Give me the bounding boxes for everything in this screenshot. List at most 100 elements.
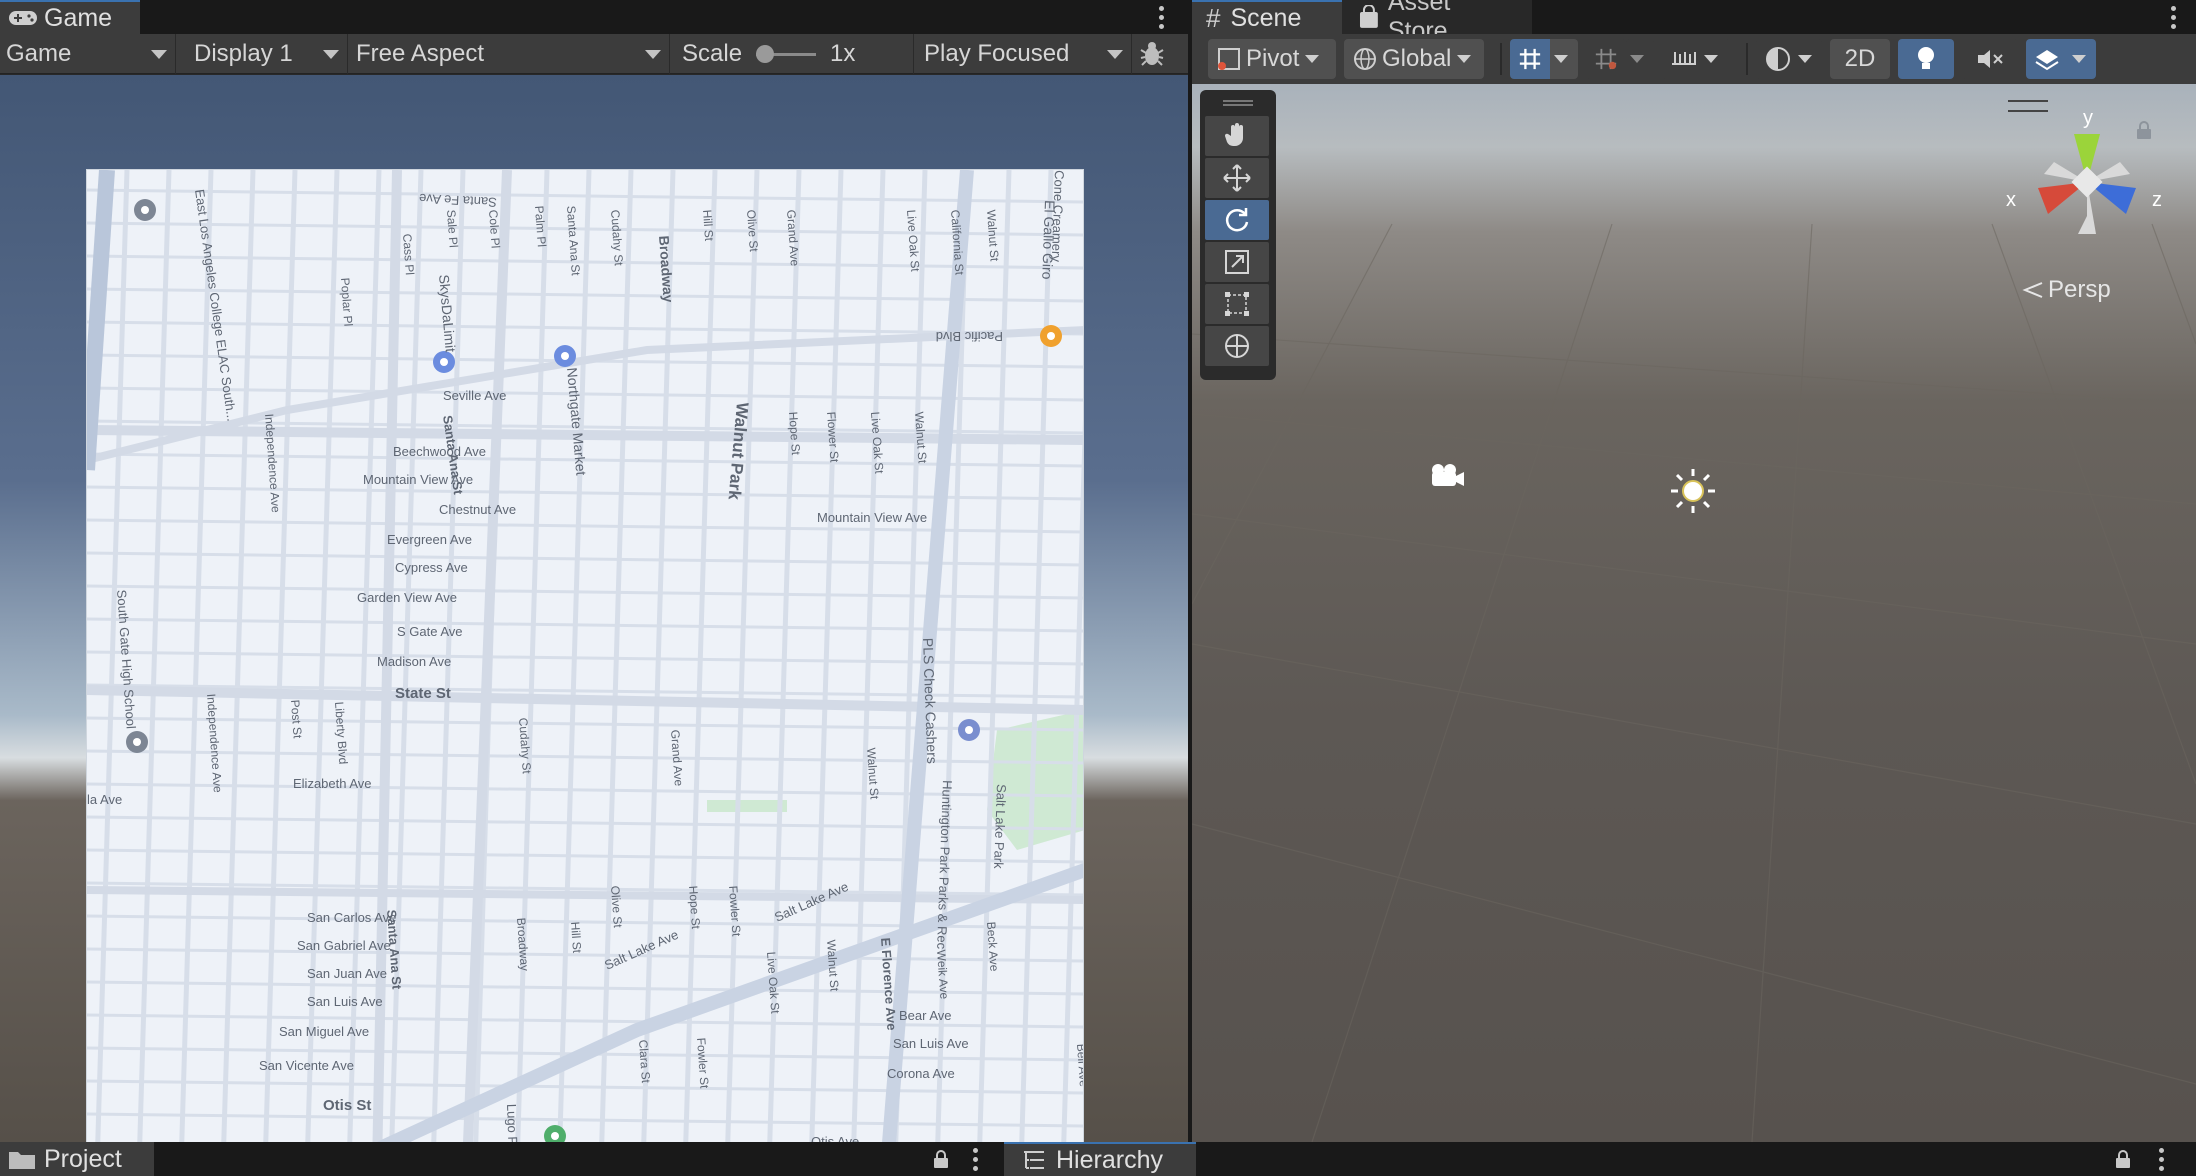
2d-toggle-button[interactable]: 2D (1830, 39, 1890, 79)
play-mode-dropdown[interactable]: Play Focused (914, 33, 1132, 74)
tab-hierarchy[interactable]: Hierarchy (1004, 1142, 1196, 1176)
chevron-down-icon (2072, 55, 2086, 63)
global-label: Global (1382, 45, 1452, 72)
street-label: Pacific Blvd (936, 329, 1003, 344)
street-label: Evergreen Ave (387, 532, 472, 547)
chevron-down-icon (1107, 49, 1123, 59)
project-more-menu-icon[interactable] (960, 1142, 990, 1176)
globe-icon (1354, 48, 1376, 70)
display-dropdown[interactable]: Display 1 (176, 33, 348, 74)
scene-more-menu-icon[interactable] (2158, 0, 2188, 34)
global-dropdown[interactable]: Global (1344, 39, 1484, 79)
chevron-down-icon (1704, 55, 1718, 63)
sphere-icon (1766, 47, 1790, 71)
game-mode-label: Game (6, 39, 72, 67)
street-label: Cass Pl (400, 233, 417, 275)
chevron-down-icon (645, 49, 661, 59)
tab-game-label: Game (44, 3, 113, 32)
game-viewport[interactable]: Walnut Park East Los Angeles College ELA… (0, 75, 1188, 1167)
street-label: San Carlos Ave (307, 910, 396, 925)
lightbulb-icon (1918, 47, 1934, 69)
move-tool-button[interactable] (1205, 158, 1269, 198)
street-label: Olive St (608, 885, 625, 929)
scale-icon (1225, 250, 1249, 274)
street-label: San Miguel Ave (279, 1024, 369, 1039)
chevron-down-icon (151, 49, 167, 59)
grid-icon (1519, 48, 1541, 70)
map-pin-icon[interactable] (958, 719, 980, 741)
camera-icon[interactable] (1428, 462, 1468, 492)
map-canvas: Walnut Park East Los Angeles College ELA… (87, 170, 1083, 1166)
hand-tool-button[interactable] (1205, 116, 1269, 156)
street-label: Chestnut Ave (439, 502, 516, 517)
scene-panel: # Scene Asset Store Pivot Global 2D y x … (1192, 0, 2196, 1142)
y-axis-label: y (2083, 107, 2093, 129)
audio-toggle-button[interactable] (1962, 39, 2018, 79)
tab-asset-store[interactable]: Asset Store (1342, 0, 1532, 45)
street-label: Mountain View Ave (817, 510, 927, 525)
aspect-dropdown[interactable]: Free Aspect (348, 33, 670, 74)
transform-tool-button[interactable] (1205, 326, 1269, 366)
play-mode-label: Play Focused (924, 39, 1070, 67)
map-pin-icon[interactable] (126, 731, 148, 753)
street-label: San Gabriel Ave (297, 938, 391, 953)
street-label: Elizabeth Ave (293, 776, 372, 791)
chevron-down-icon (1457, 55, 1472, 63)
tab-project[interactable]: Project (0, 1142, 154, 1176)
scene-viewport[interactable]: y x z Persp (1192, 84, 2196, 1142)
street-label: Madison Ave (377, 654, 451, 669)
map-view[interactable]: Walnut Park East Los Angeles College ELA… (86, 169, 1084, 1167)
effects-dropdown[interactable] (2068, 39, 2096, 79)
street-label: Beechwood Ave (393, 444, 486, 459)
map-pin-icon[interactable] (134, 199, 156, 221)
snap-button[interactable] (1586, 39, 1626, 79)
tab-project-label: Project (44, 1144, 122, 1173)
rect-tool-button[interactable] (1205, 284, 1269, 324)
scale-slider[interactable] (756, 44, 817, 64)
rotate-tool-button[interactable] (1205, 200, 1269, 240)
effects-toggle-button[interactable] (2026, 39, 2068, 79)
tab-game[interactable]: Game (0, 0, 140, 34)
snap-dropdown[interactable] (1626, 39, 1654, 79)
scale-control: Scale 1x (670, 33, 914, 74)
orientation-gizmo[interactable]: y x z (2002, 104, 2172, 254)
game-more-menu-icon[interactable] (1146, 0, 1176, 34)
map-pin-icon[interactable] (1040, 325, 1062, 347)
lighting-toggle-button[interactable] (1898, 39, 1954, 79)
hierarchy-list-icon (1024, 1151, 1044, 1169)
scale-tool-button[interactable] (1205, 242, 1269, 282)
hand-icon (1224, 123, 1243, 146)
street-label: San Vicente Ave (259, 1058, 354, 1073)
street-label: Cypress Ave (395, 560, 468, 575)
speaker-muted-icon (1978, 50, 2003, 68)
hierarchy-more-menu-icon[interactable] (2146, 1142, 2176, 1176)
pivot-dropdown[interactable]: Pivot (1208, 39, 1336, 79)
park-area (707, 800, 787, 812)
increment-snap-dropdown[interactable] (1662, 39, 1730, 79)
game-panel: Game Game Display 1 Free Aspect Scale 1x… (0, 0, 1188, 1167)
grid-dropdown[interactable] (1550, 39, 1578, 79)
map-pin-icon[interactable] (433, 351, 455, 373)
projection-toggle[interactable]: Persp (2022, 276, 2111, 304)
tab-hierarchy-label: Hierarchy (1056, 1145, 1163, 1174)
folder-icon (9, 1152, 35, 1169)
gizmo-center-cube[interactable] (2071, 166, 2103, 198)
game-mode-dropdown[interactable]: Game (0, 33, 176, 74)
lock-icon[interactable] (2112, 1148, 2134, 1170)
chevron-down-icon (1630, 55, 1644, 63)
bottom-tab-bar: Project Hierarchy (0, 1142, 2196, 1176)
rotate-icon (1225, 208, 1249, 232)
light-icon[interactable] (1670, 468, 1716, 514)
tool-palette (1200, 90, 1276, 380)
street-label: Seville Ave (443, 388, 506, 403)
bug-icon[interactable] (1132, 34, 1172, 74)
street-label: la Ave (87, 792, 122, 807)
lock-icon[interactable] (930, 1148, 952, 1170)
grid-toggle-button[interactable] (1510, 39, 1550, 79)
shading-mode-dropdown[interactable] (1756, 39, 1822, 79)
hash-icon: # (1206, 2, 1221, 33)
palette-drag-handle[interactable] (1205, 96, 1271, 110)
map-pin-icon[interactable] (554, 345, 576, 367)
tab-scene[interactable]: # Scene (1192, 0, 1342, 34)
street-label: Cole Pl (486, 209, 503, 249)
